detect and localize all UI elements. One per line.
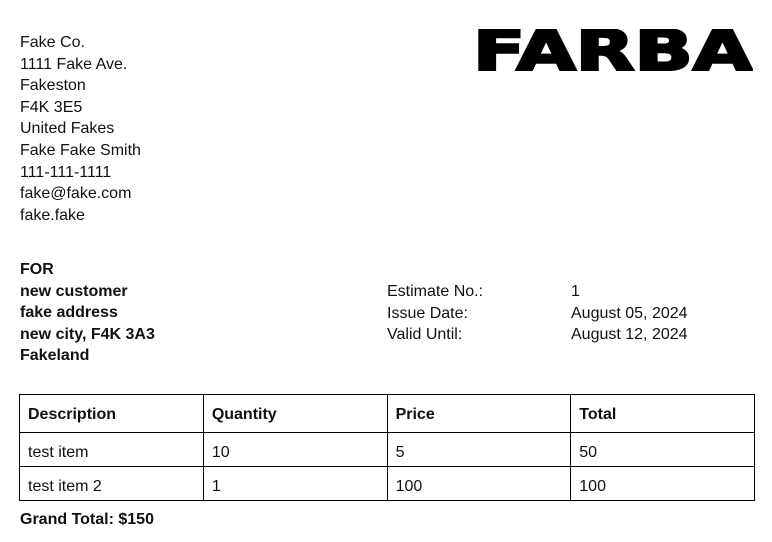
table-header-row: Description Quantity Price Total [19, 394, 755, 433]
company-email: fake@fake.com [20, 185, 132, 203]
item-total: 50 [570, 432, 755, 467]
company-logo: FARBA [473, 29, 753, 71]
customer-address: fake address [20, 304, 118, 322]
company-country: United Fakes [20, 120, 115, 138]
bill-to-heading: FOR [20, 261, 54, 278]
item-price: 100 [386, 466, 572, 501]
issue-date-label: Issue Date: [387, 304, 468, 322]
column-header-quantity: Quantity [202, 394, 388, 433]
item-total: 100 [570, 466, 755, 501]
customer-city: new city, F4K 3A3 [20, 325, 155, 343]
issue-date-row: Issue Date: August 05, 2024 [387, 303, 688, 325]
company-name: Fake Co. [20, 34, 85, 51]
valid-until-row: Valid Until: August 12, 2024 [387, 324, 688, 346]
valid-until-label: Valid Until: [387, 326, 463, 344]
item-quantity: 10 [202, 432, 388, 467]
company-contact-name: Fake Fake Smith [20, 141, 141, 159]
item-price: 5 [386, 432, 572, 467]
company-info: Fake Co. 1111 Fake Ave. Fakeston F4K 3E5… [20, 32, 141, 226]
item-description: test item [19, 432, 204, 467]
estimate-number-row: Estimate No.: 1 [387, 281, 688, 303]
company-street: 1111 Fake Ave. [20, 55, 128, 73]
company-phone: 111-111-1111 [20, 163, 112, 181]
item-description: test item 2 [19, 466, 204, 501]
column-header-price: Price [386, 394, 572, 433]
column-header-description: Description [19, 394, 204, 433]
estimate-details: Estimate No.: 1 Issue Date: August 05, 2… [387, 281, 688, 346]
grand-total: Grand Total: $150 [20, 511, 154, 528]
valid-until-value: August 12, 2024 [571, 326, 688, 344]
estimate-number-label: Estimate No.: [387, 283, 484, 300]
table-row: test item 10 5 50 [19, 432, 755, 467]
table-row: test item 2 1 100 100 [19, 466, 755, 501]
item-quantity: 1 [202, 466, 388, 501]
column-header-total: Total [570, 394, 755, 433]
company-postal-code: F4K 3E5 [20, 98, 83, 116]
logo-text: FARBA [473, 29, 753, 71]
line-items-table: Description Quantity Price Total test it… [19, 394, 755, 501]
company-website: fake.fake [20, 206, 85, 224]
customer-name: new customer [20, 282, 128, 300]
customer-country: Fakeland [20, 347, 90, 365]
bill-to: FOR new customer fake address new city, … [20, 259, 155, 367]
issue-date-value: August 05, 2024 [571, 304, 688, 322]
estimate-number-value: 1 [571, 283, 580, 300]
company-city: Fakeston [20, 77, 86, 95]
